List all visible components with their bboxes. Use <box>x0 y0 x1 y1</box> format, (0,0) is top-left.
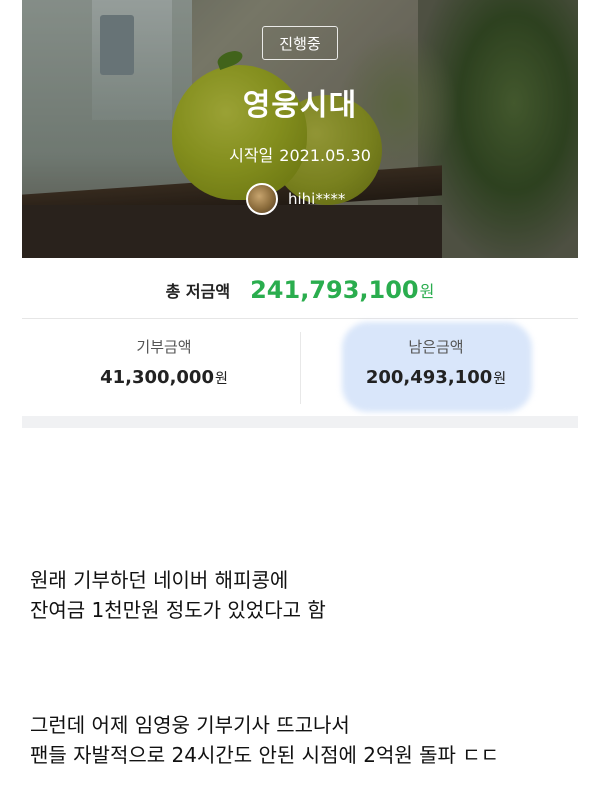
stat-divider <box>300 332 301 404</box>
post-paragraph-1: 원래 기부하던 네이버 해피콩에 잔여금 1천만원 정도가 있었다고 함 <box>30 565 590 625</box>
campaign-title: 영웅시대 <box>242 88 358 123</box>
donated-amount-value: 41,300,000 <box>100 367 214 388</box>
donated-amount-unit: 원 <box>214 371 228 387</box>
remaining-amount-value: 200,493,100 <box>365 367 493 388</box>
post-line: 잔여금 1천만원 정도가 있었다고 함 <box>30 598 326 622</box>
donated-amount-stat: 기부금액 41,300,000원 <box>54 336 274 388</box>
owner-profile[interactable]: hihi**** <box>246 182 345 216</box>
status-badge: 진행중 <box>262 26 338 60</box>
remaining-amount-unit: 원 <box>493 371 507 387</box>
avatar[interactable] <box>246 183 278 215</box>
donated-amount-label: 기부금액 <box>136 338 192 356</box>
owner-username[interactable]: hihi**** <box>288 190 345 208</box>
remaining-amount-stat: 남은금액 200,493,100원 <box>326 336 546 388</box>
post-line: 팬들 자발적으로 24시간도 안된 시점에 2억원 돌파 ㄷㄷ <box>30 743 500 767</box>
total-savings-row: 총 저금액 241,793,100 원 <box>0 270 600 310</box>
total-savings-label: 총 저금액 <box>165 282 231 301</box>
post-paragraph-2: 그런데 어제 임영웅 기부기사 뜨고나서 팬들 자발적으로 24시간도 안된 시… <box>30 710 590 770</box>
post-line: 원래 기부하던 네이버 해피콩에 <box>30 568 289 592</box>
remaining-amount-label: 남은금액 <box>408 338 464 356</box>
start-date-value: 2021.05.30 <box>279 146 371 165</box>
start-date-label: 시작일 <box>229 146 274 165</box>
divider <box>22 318 578 319</box>
total-savings-amount: 241,793,100 <box>250 276 419 304</box>
post-line: 그런데 어제 임영웅 기부기사 뜨고나서 <box>30 713 350 737</box>
total-savings-unit: 원 <box>419 282 435 301</box>
start-date-row: 시작일 2021.05.30 <box>0 142 600 166</box>
section-separator <box>22 416 578 428</box>
